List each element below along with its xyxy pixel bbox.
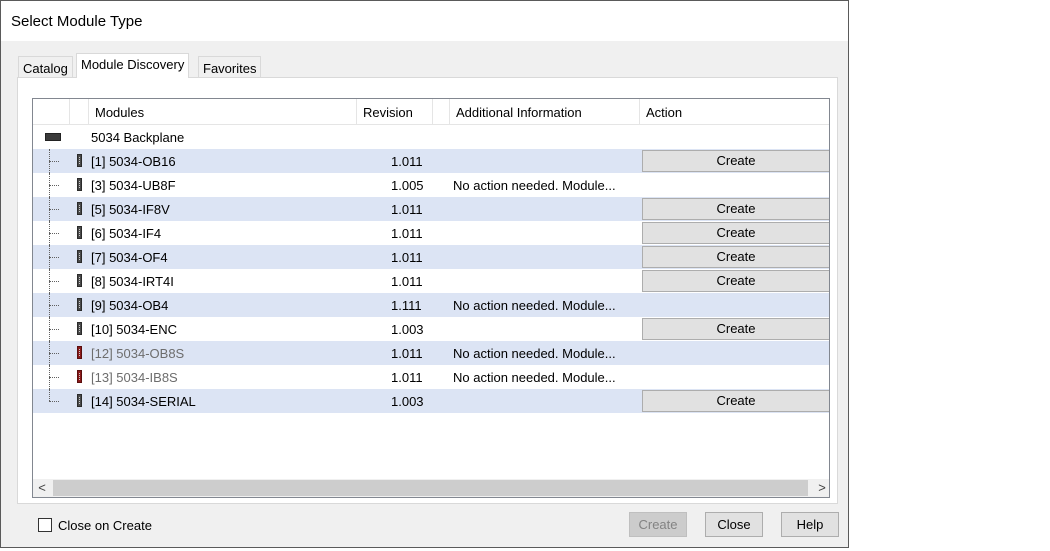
row-create-button[interactable]: Create [642, 222, 829, 244]
module-name: [3] 5034-UB8F [91, 178, 176, 193]
header-icon-column [70, 99, 89, 124]
module-row[interactable]: [5] 5034-IF8V 1.011 Create [33, 197, 829, 221]
module-icon [77, 274, 82, 287]
row-create-button[interactable]: Create [642, 246, 829, 268]
header-expand-column [33, 99, 70, 124]
module-row[interactable]: [1] 5034-OB16 1.011 Create [33, 149, 829, 173]
row-create-button[interactable]: Create [642, 270, 829, 292]
backplane-row[interactable]: 5034 Backplane [33, 125, 829, 149]
module-grid[interactable]: Modules Revision Additional Information … [32, 98, 830, 498]
tree-connector [49, 365, 59, 389]
create-button[interactable]: Create [629, 512, 687, 537]
tree-connector [49, 389, 59, 413]
module-revision: 1.011 [391, 154, 423, 169]
row-create-button[interactable]: Create [642, 390, 829, 412]
module-revision: 1.011 [391, 346, 423, 361]
tree-connector [49, 269, 59, 293]
module-name: [6] 5034-IF4 [91, 226, 162, 241]
title-bar: Select Module Type [1, 1, 848, 41]
module-row[interactable]: [7] 5034-OF4 1.011 Create [33, 245, 829, 269]
tree-connector [49, 293, 59, 317]
backplane-icon [45, 133, 61, 141]
module-name: [1] 5034-OB16 [91, 154, 176, 169]
close-button[interactable]: Close [705, 512, 763, 537]
row-create-button[interactable]: Create [642, 198, 829, 220]
module-icon [77, 298, 82, 311]
module-row[interactable]: [10] 5034-ENC 1.003 Create [33, 317, 829, 341]
module-icon [77, 154, 82, 167]
row-create-button[interactable]: Create [642, 318, 829, 340]
module-icon [77, 178, 82, 191]
backplane-name: 5034 Backplane [91, 130, 185, 145]
module-revision: 1.005 [391, 178, 424, 193]
module-name: [10] 5034-ENC [91, 322, 177, 337]
module-revision: 1.003 [391, 322, 424, 337]
module-name: [12] 5034-OB8S [91, 346, 185, 361]
tree-connector [49, 245, 59, 269]
tab-favorites[interactable]: Favorites [198, 56, 262, 77]
module-revision: 1.011 [391, 226, 423, 241]
tree-connector [49, 221, 59, 245]
module-name: [14] 5034-SERIAL [91, 394, 196, 409]
module-row[interactable]: [9] 5034-OB4 1.111 No action needed. Modul… [33, 293, 829, 317]
module-row[interactable]: [13] 5034-IB8S 1.011 No action needed. Mod… [33, 365, 829, 389]
module-row[interactable]: [12] 5034-OB8S 1.011 No action needed. Mod… [33, 341, 829, 365]
close-on-create-checkbox[interactable] [38, 518, 52, 532]
module-name: [5] 5034-IF8V [91, 202, 170, 217]
header-action[interactable]: Action [640, 99, 829, 124]
module-name: [13] 5034-IB8S [91, 370, 178, 385]
module-additional-info: No action needed. Module... [453, 370, 616, 385]
select-module-type-dialog: Select Module Type Catalog Module Discov… [0, 0, 849, 548]
module-name: [7] 5034-OF4 [91, 250, 168, 265]
tree-connector [49, 149, 59, 173]
module-additional-info: No action needed. Module... [453, 298, 616, 313]
header-additional-information[interactable]: Additional Information [450, 99, 640, 124]
safety-module-icon [77, 346, 82, 359]
module-icon [77, 250, 82, 263]
module-name: [9] 5034-OB4 [91, 298, 169, 313]
module-row[interactable]: [8] 5034-IRT4I 1.011 Create [33, 269, 829, 293]
scroll-right-arrow[interactable]: > [813, 479, 829, 497]
module-revision: 1.011 [391, 202, 423, 217]
module-row[interactable]: [3] 5034-UB8F 1.005 No action needed. Modu… [33, 173, 829, 197]
module-row[interactable]: [14] 5034-SERIAL 1.003 Create [33, 389, 829, 413]
close-on-create-label[interactable]: Close on Create [58, 518, 152, 533]
tab-catalog[interactable]: Catalog [18, 56, 73, 77]
tree-connector [49, 197, 59, 221]
module-revision: 1.011 [391, 250, 423, 265]
tab-module-discovery[interactable]: Module Discovery [76, 53, 190, 78]
header-revision[interactable]: Revision [357, 99, 433, 124]
module-revision: 1.011 [391, 370, 423, 385]
dialog-title: Select Module Type [11, 13, 143, 30]
module-revision: 1.111 [391, 298, 422, 313]
help-button[interactable]: Help [781, 512, 839, 537]
module-row[interactable]: [6] 5034-IF4 1.011 Create [33, 221, 829, 245]
module-icon [77, 226, 82, 239]
row-create-button[interactable]: Create [642, 150, 829, 172]
tree-connector [49, 173, 59, 197]
module-additional-info: No action needed. Module... [453, 346, 616, 361]
module-revision: 1.011 [391, 274, 423, 289]
module-icon [77, 322, 82, 335]
module-additional-info: No action needed. Module... [453, 178, 616, 193]
tree-connector [49, 341, 59, 365]
module-icon [77, 394, 82, 407]
grid-header: Modules Revision Additional Information … [33, 99, 829, 125]
module-discovery-panel: Modules Revision Additional Information … [17, 77, 838, 504]
safety-module-icon [77, 370, 82, 383]
scroll-left-arrow[interactable]: < [33, 479, 51, 497]
module-name: [8] 5034-IRT4I [91, 274, 174, 289]
header-spacer-column [433, 99, 450, 124]
module-icon [77, 202, 82, 215]
tree-connector [49, 317, 59, 341]
horizontal-scrollbar[interactable]: < > [33, 479, 829, 497]
scrollbar-thumb[interactable] [53, 480, 808, 496]
header-modules[interactable]: Modules [89, 99, 357, 124]
module-revision: 1.003 [391, 394, 424, 409]
